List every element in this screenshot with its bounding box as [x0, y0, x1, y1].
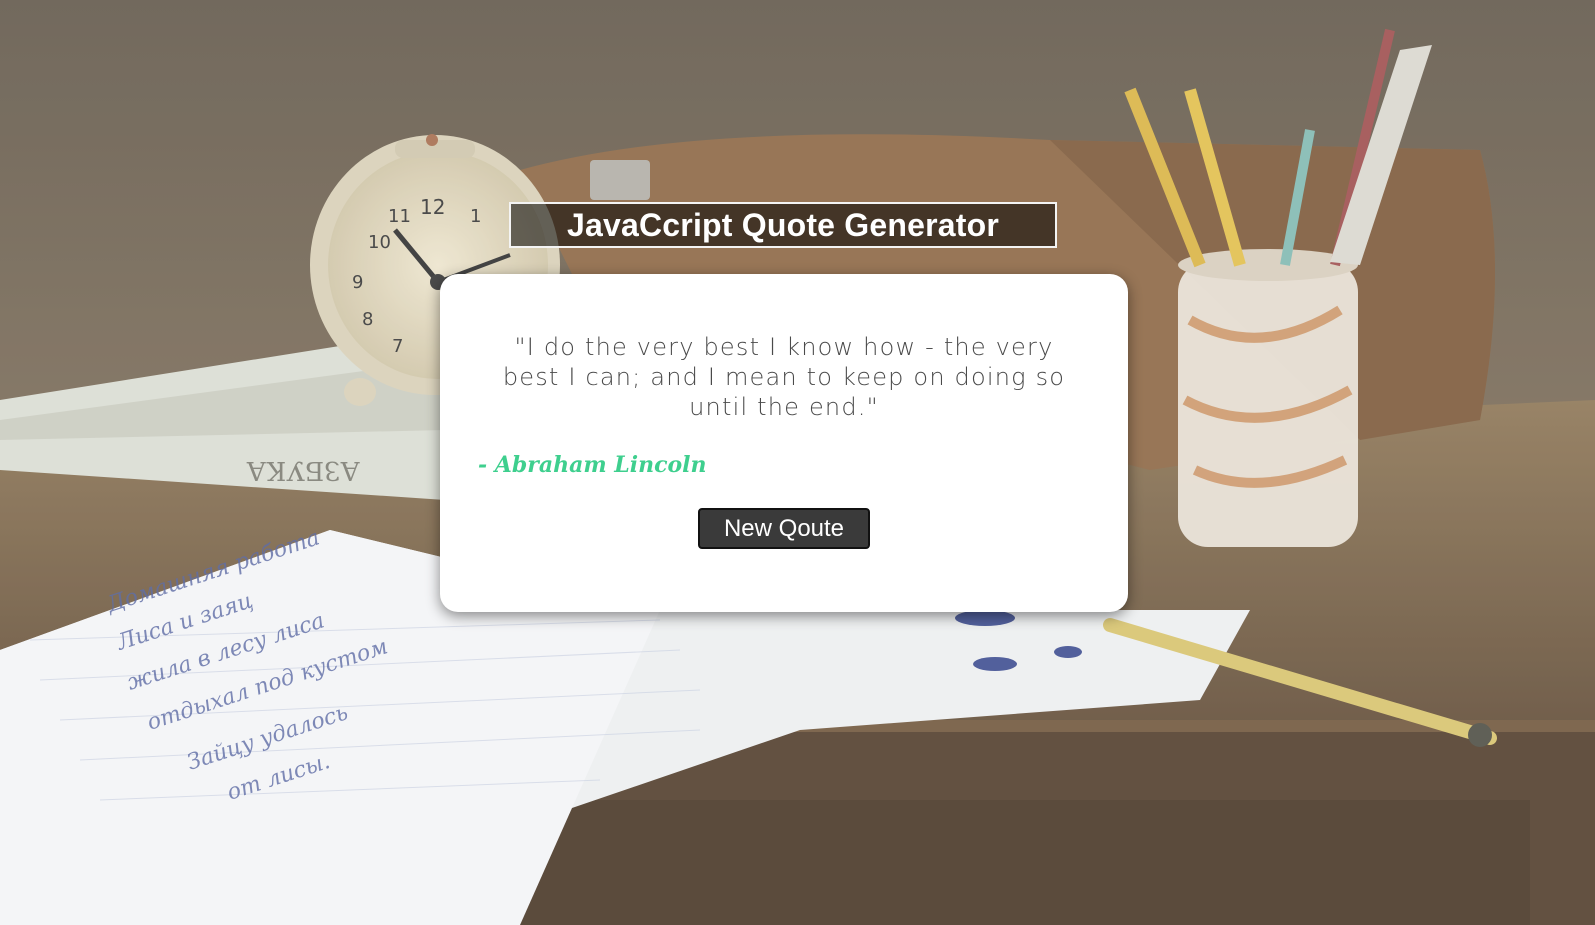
- quote-author: - Abraham Lincoln: [478, 452, 707, 478]
- page-title: JavaCcript Quote Generator: [509, 202, 1057, 248]
- quote-text: "I do the very best I know how - the ver…: [502, 333, 1066, 421]
- new-quote-button[interactable]: New Qoute: [698, 508, 870, 549]
- quote-card: "I do the very best I know how - the ver…: [440, 274, 1128, 612]
